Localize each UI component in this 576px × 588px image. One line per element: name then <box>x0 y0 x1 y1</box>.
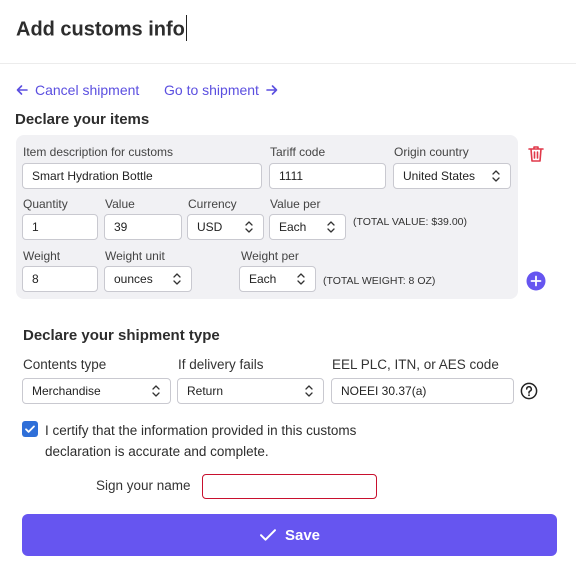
cancel-shipment-label: Cancel shipment <box>35 82 140 98</box>
delivery-fails-label: If delivery fails <box>178 357 264 372</box>
delivery-fails-value: Return <box>187 384 224 398</box>
weight-per-select[interactable]: Each <box>239 266 316 292</box>
chevron-updown-icon <box>173 273 181 285</box>
question-circle-icon <box>520 382 538 400</box>
currency-value: USD <box>197 220 223 234</box>
trash-icon <box>528 146 544 162</box>
shipment-section-title: Declare your shipment type <box>23 327 220 344</box>
description-label: Item description for customs <box>23 145 174 159</box>
save-button[interactable]: Save <box>22 514 557 556</box>
total-value-text: (TOTAL VALUE: $39.00) <box>353 216 467 228</box>
chevron-updown-icon <box>327 221 335 233</box>
weight-input[interactable]: 8 <box>22 266 98 292</box>
currency-label: Currency <box>188 197 237 211</box>
weight-per-value: Each <box>249 272 277 286</box>
value-label: Value <box>105 197 135 211</box>
arrow-right-icon <box>266 85 278 95</box>
tariff-label: Tariff code <box>270 145 326 159</box>
value-input[interactable]: 39 <box>104 214 182 240</box>
origin-label: Origin country <box>394 145 469 159</box>
arrow-left-icon <box>16 85 28 95</box>
contents-type-label: Contents type <box>23 357 107 372</box>
add-item-button[interactable] <box>526 271 546 291</box>
items-section-title: Declare your items <box>15 111 150 128</box>
description-input[interactable]: Smart Hydration Bottle <box>22 163 262 189</box>
chevron-updown-icon <box>492 170 500 182</box>
save-button-label: Save <box>284 526 321 544</box>
eel-code-label: EEL PLC, ITN, or AES code <box>332 357 499 372</box>
value-per-label: Value per <box>270 197 321 211</box>
origin-select[interactable]: United States <box>393 163 511 189</box>
cancel-shipment-link[interactable]: Cancel shipment <box>15 82 139 98</box>
go-to-shipment-link[interactable]: Go to shipment <box>164 82 279 98</box>
check-icon <box>25 425 35 433</box>
page-title-text: Add customs info <box>16 18 185 41</box>
quantity-label: Quantity <box>23 197 68 211</box>
chevron-updown-icon <box>297 273 305 285</box>
tariff-input[interactable]: 1111 <box>269 163 386 189</box>
weight-label: Weight <box>23 249 61 263</box>
eel-help-button[interactable] <box>520 382 538 400</box>
quantity-input[interactable]: 1 <box>22 214 98 240</box>
value-per-value: Each <box>279 220 307 234</box>
text-cursor <box>185 15 187 41</box>
weight-unit-label: Weight unit <box>105 249 165 263</box>
certify-text: I certify that the information provided … <box>45 423 357 459</box>
total-weight-text: (TOTAL WEIGHT: 8 OZ) <box>323 275 436 287</box>
page-header: Add customs info <box>0 0 576 64</box>
sign-name-input[interactable] <box>202 474 377 499</box>
contents-type-value: Merchandise <box>32 384 101 398</box>
go-to-shipment-label: Go to shipment <box>164 82 259 98</box>
origin-value: United States <box>403 169 476 183</box>
contents-type-select[interactable]: Merchandise <box>22 378 171 404</box>
eel-code-input[interactable]: NOEEI 30.37(a) <box>331 378 514 404</box>
delivery-fails-select[interactable]: Return <box>177 378 324 404</box>
page-title: Add customs info <box>16 15 187 43</box>
delete-item-button[interactable] <box>525 143 547 165</box>
chevron-updown-icon <box>245 221 253 233</box>
weight-unit-select[interactable]: ounces <box>104 266 192 292</box>
chevron-updown-icon <box>152 385 160 397</box>
plus-circle-icon <box>526 271 546 291</box>
currency-select[interactable]: USD <box>187 214 264 240</box>
check-icon <box>259 529 276 541</box>
weight-per-label: Weight per <box>241 249 299 263</box>
weight-unit-value: ounces <box>114 272 153 286</box>
value-per-select[interactable]: Each <box>269 214 346 240</box>
certify-checkbox[interactable] <box>22 421 38 437</box>
chevron-updown-icon <box>305 385 313 397</box>
sign-name-label: Sign your name <box>96 478 191 493</box>
